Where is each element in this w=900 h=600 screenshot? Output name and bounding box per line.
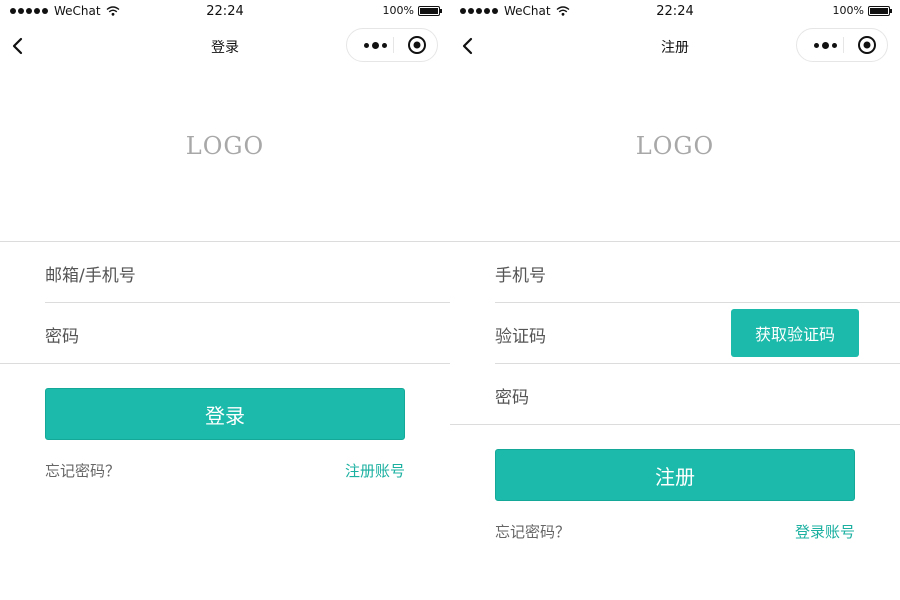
nav-bar: 注册	[450, 24, 900, 68]
logo: LOGO	[635, 132, 715, 160]
battery-percent: 100%	[832, 4, 864, 17]
close-target-icon[interactable]	[857, 35, 877, 55]
battery-icon	[868, 5, 892, 16]
phone-input[interactable]: 手机号	[495, 261, 546, 286]
nav-bar: 登录	[0, 24, 450, 68]
capsule-divider	[843, 37, 844, 53]
login-button[interactable]: 登录	[45, 388, 405, 440]
divider	[450, 241, 900, 242]
status-bar: WeChat 22:24 100%	[450, 0, 900, 24]
get-code-button[interactable]: 获取验证码	[731, 309, 859, 357]
battery-indicator: 100%	[382, 4, 442, 17]
battery-icon	[418, 5, 442, 16]
verification-code-input[interactable]: 验证码	[495, 322, 546, 347]
divider	[0, 241, 450, 242]
password-input[interactable]: 密码	[495, 383, 529, 408]
forgot-password-link[interactable]: 忘记密码？	[495, 521, 570, 542]
more-dots-icon[interactable]	[357, 29, 393, 61]
divider	[45, 302, 450, 303]
battery-percent: 100%	[382, 4, 414, 17]
register-screen: WeChat 22:24 100% 注册 LOGO 手机号 验证码 获取验证码 …	[450, 0, 900, 600]
logo: LOGO	[185, 132, 265, 160]
register-button[interactable]: 注册	[495, 449, 855, 501]
divider	[450, 424, 900, 425]
login-account-link[interactable]: 登录账号	[795, 521, 855, 542]
login-screen: WeChat 22:24 100% 登录 LOGO 邮箱/手机号 密码 登录 忘…	[0, 0, 450, 600]
account-input[interactable]: 邮箱/手机号	[45, 261, 136, 286]
close-target-icon[interactable]	[407, 35, 427, 55]
divider	[0, 363, 450, 364]
more-dots-icon[interactable]	[807, 29, 843, 61]
status-bar: WeChat 22:24 100%	[0, 0, 450, 24]
register-account-link[interactable]: 注册账号	[345, 460, 405, 481]
password-input[interactable]: 密码	[45, 322, 79, 347]
divider	[495, 302, 900, 303]
mini-program-capsule	[346, 28, 438, 62]
battery-indicator: 100%	[832, 4, 892, 17]
forgot-password-link[interactable]: 忘记密码？	[45, 460, 120, 481]
mini-program-capsule	[796, 28, 888, 62]
capsule-divider	[393, 37, 394, 53]
divider	[495, 363, 900, 364]
